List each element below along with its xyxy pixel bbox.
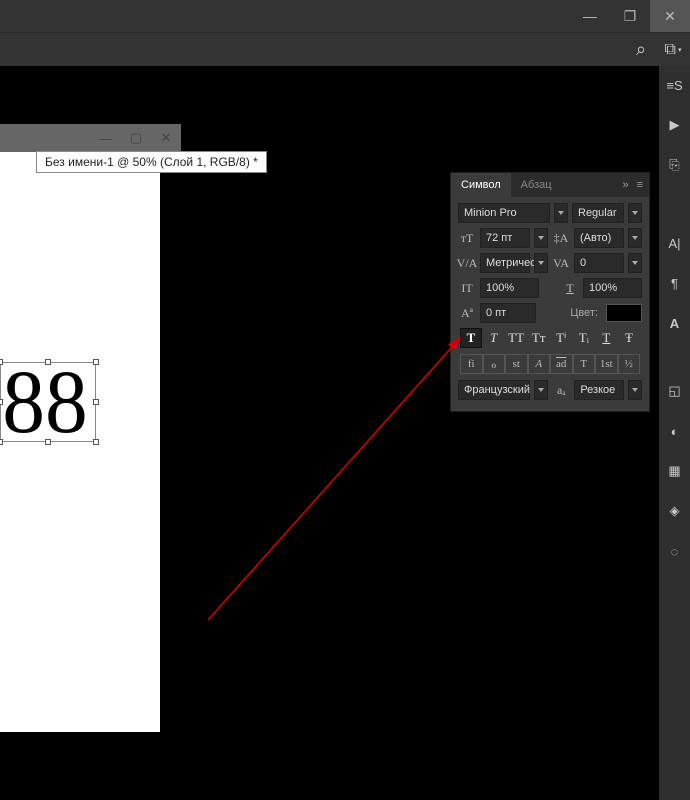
ot-fractions-button[interactable]: ½ [618, 354, 641, 374]
faux-bold-button[interactable]: T [460, 328, 482, 348]
document-canvas[interactable]: 88 [0, 152, 160, 732]
ot-ligatures-button[interactable]: fi [460, 354, 483, 374]
font-size-field[interactable]: 72 пт [480, 228, 530, 248]
small-caps-button[interactable]: Tᴛ [528, 328, 550, 348]
actions-play-icon[interactable]: ▶ [664, 114, 686, 136]
antialias-field[interactable]: Резкое [574, 380, 624, 400]
app-minimize-button[interactable]: — [570, 0, 610, 32]
leading-icon: ‡A [552, 228, 570, 248]
ot-discretionary-button[interactable]: st [505, 354, 528, 374]
handle-nw[interactable] [0, 359, 3, 365]
cc-libraries-icon[interactable]: ◌ [664, 540, 686, 562]
kerning-field[interactable]: Метрическ [480, 253, 530, 273]
handle-se[interactable] [93, 439, 99, 445]
app-titlebar: — ❐ ✕ [0, 0, 690, 32]
faux-italic-button[interactable]: T [483, 328, 505, 348]
font-style-field[interactable]: Regular [572, 203, 624, 223]
layers-icon[interactable]: ◈ [664, 500, 686, 522]
doc-minimize-button[interactable]: — [91, 127, 121, 149]
ot-swash-button[interactable]: A [528, 354, 551, 374]
color-label: Цвет: [566, 307, 602, 319]
character-panel[interactable]: Символ Абзац » ≡ Minion Pro Regular тТ 7… [450, 172, 650, 412]
panel-dock: ≡S ▶ ⎘ A| ¶ A ◱ ◐ ▦ ◈ ◌ [659, 66, 690, 800]
leading-dropdown[interactable] [628, 228, 642, 248]
panel-header: Символ Абзац » ≡ [451, 173, 649, 197]
baseline-icon: Aª [458, 303, 476, 323]
ot-contextual-button[interactable]: ℴ [483, 354, 506, 374]
document-window: — ▢ ✕ Без имени-1 @ 50% (Слой 1, RGB/8) … [0, 124, 181, 732]
hscale-field[interactable]: 100% [583, 278, 642, 298]
glyphs-panel-icon[interactable]: A [664, 312, 686, 334]
search-icon[interactable]: ⌕ [628, 37, 654, 63]
kerning-dropdown[interactable] [534, 253, 548, 273]
antialias-icon: aₐ [552, 380, 570, 400]
app-close-button[interactable]: ✕ [650, 0, 690, 32]
language-dropdown[interactable] [534, 380, 548, 400]
character-panel-icon[interactable]: A| [664, 232, 686, 254]
tab-paragraph[interactable]: Абзац [511, 173, 562, 197]
font-style-dropdown[interactable] [628, 203, 642, 223]
handle-ne[interactable] [93, 359, 99, 365]
panel-collapse-icon[interactable]: » [622, 179, 628, 191]
handle-w[interactable] [0, 399, 3, 405]
tracking-field[interactable]: 0 [574, 253, 624, 273]
ot-stylistic-button[interactable]: ad [550, 354, 573, 374]
ot-ordinals-button[interactable]: 1st [595, 354, 618, 374]
document-title-tooltip: Без имени-1 @ 50% (Слой 1, RGB/8) * [36, 151, 267, 173]
font-family-dropdown[interactable] [554, 203, 568, 223]
vscale-icon: IT [458, 278, 476, 298]
tracking-dropdown[interactable] [628, 253, 642, 273]
doc-close-button[interactable]: ✕ [151, 127, 181, 149]
handle-e[interactable] [93, 399, 99, 405]
libraries-icon[interactable]: ⎘ [664, 154, 686, 176]
hscale-icon: T [561, 278, 579, 298]
all-caps-button[interactable]: TT [505, 328, 527, 348]
doc-maximize-button[interactable]: ▢ [121, 127, 151, 149]
swatches-icon[interactable]: ▦ [664, 460, 686, 482]
materials-icon[interactable]: ◐ [664, 420, 686, 442]
3d-panel-icon[interactable]: ◱ [664, 380, 686, 402]
text-color-swatch[interactable] [606, 304, 642, 322]
document-titlebar[interactable]: — ▢ ✕ [0, 124, 181, 152]
superscript-button[interactable]: Tⁱ [550, 328, 572, 348]
workspace-switcher-icon[interactable]: ⧉▾ [660, 37, 686, 63]
options-bar: ⌕ ⧉▾ [0, 32, 690, 66]
handle-s[interactable] [45, 439, 51, 445]
app-maximize-button[interactable]: ❐ [610, 0, 650, 32]
panel-menu-icon[interactable]: ≡ [637, 179, 643, 191]
font-size-dropdown[interactable] [534, 228, 548, 248]
text-bounding-box[interactable] [0, 362, 96, 442]
strikethrough-button[interactable]: Ŧ [618, 328, 640, 348]
handle-sw[interactable] [0, 439, 3, 445]
leading-field[interactable]: (Авто) [574, 228, 624, 248]
baseline-field[interactable]: 0 пт [480, 303, 536, 323]
underline-button[interactable]: T [595, 328, 617, 348]
graphic-styles-icon[interactable]: ≡S [664, 74, 686, 96]
language-field[interactable]: Французский [458, 380, 530, 400]
ot-titling-button[interactable]: T [573, 354, 596, 374]
font-size-icon: тТ [458, 228, 476, 248]
handle-n[interactable] [45, 359, 51, 365]
paragraph-panel-icon[interactable]: ¶ [664, 272, 686, 294]
tracking-icon: VA [552, 253, 570, 273]
font-family-field[interactable]: Minion Pro [458, 203, 550, 223]
vscale-field[interactable]: 100% [480, 278, 539, 298]
antialias-dropdown[interactable] [628, 380, 642, 400]
kerning-icon: V/A [458, 253, 476, 273]
tab-character[interactable]: Символ [451, 173, 511, 197]
subscript-button[interactable]: Tᵢ [573, 328, 595, 348]
